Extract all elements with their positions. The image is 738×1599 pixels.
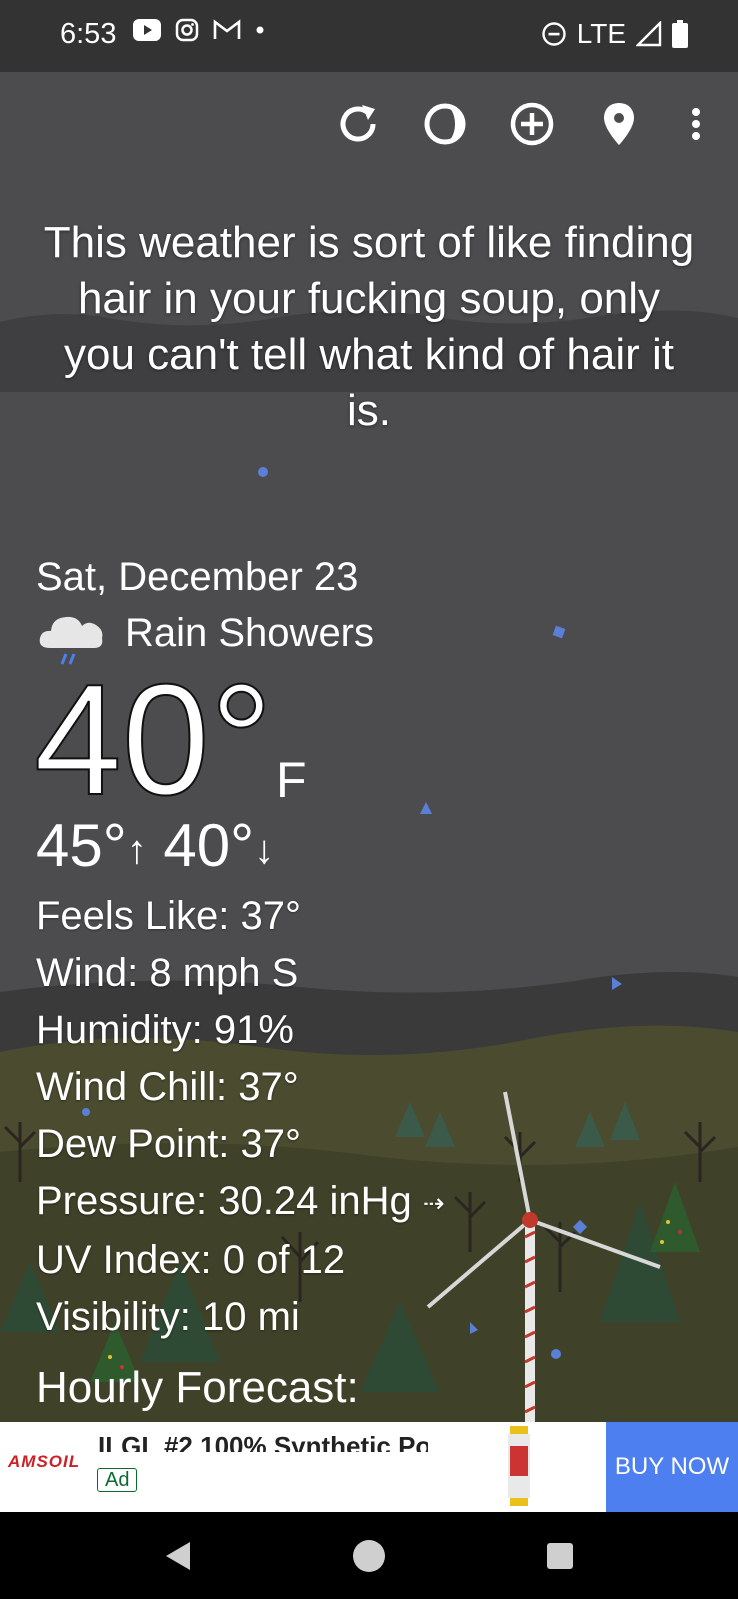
detail-dew-point: Dew Point: 37°: [36, 1122, 302, 1166]
high-low-temperature: 45°↑ 40°↓: [36, 812, 274, 884]
youtube-icon: [133, 19, 161, 41]
steady-arrow-icon: ⇢: [422, 1187, 445, 1218]
ad-badge: Ad: [97, 1468, 138, 1492]
recents-button[interactable]: [520, 1512, 600, 1599]
weather-quote: This weather is sort of like finding hai…: [43, 218, 695, 435]
detail-feels-like: Feels Like: 37°: [36, 894, 302, 938]
up-arrow-icon: ↑: [126, 828, 147, 873]
do-not-disturb-icon: [542, 22, 566, 46]
temperature-unit: F: [276, 752, 307, 808]
low-temperature: 40°: [163, 812, 255, 879]
high-temperature: 45°: [36, 812, 127, 879]
refresh-button[interactable]: [330, 96, 386, 152]
system-icons: LTE: [541, 18, 688, 50]
home-icon: [353, 1539, 385, 1572]
instagram-icon: [175, 18, 199, 42]
detail-wind-chill: Wind Chill: 37°: [36, 1065, 299, 1109]
weather-condition: Rain Showers: [125, 611, 375, 655]
detail-visibility: Visibility: 10 mi: [36, 1294, 300, 1339]
theme-button[interactable]: [417, 96, 473, 152]
home-button[interactable]: [329, 1512, 409, 1599]
battery-icon: [672, 20, 688, 48]
ad-title[interactable]: ILGL #2 100% Synthetic Po: [98, 1424, 428, 1452]
detail-uv-index: UV Index: 0 of 12: [36, 1237, 346, 1282]
more-options-button[interactable]: [676, 96, 716, 152]
weather-details: Feels Like: 37° Wind: 8 mph S Humidity: …: [36, 888, 445, 1346]
down-arrow-icon: ↓: [254, 828, 275, 873]
notification-icons: [133, 18, 265, 42]
location-button[interactable]: [591, 96, 647, 152]
app-toolbar: [318, 96, 738, 152]
status-bar: 6:53 LTE: [0, 0, 738, 72]
dot-icon: [256, 26, 264, 34]
product-image: [508, 1426, 530, 1506]
detail-pressure: Pressure: 30.24 inHg ⇢: [36, 1179, 445, 1223]
gmail-icon: [213, 19, 241, 39]
network-type: LTE: [576, 18, 626, 49]
ad-choices-icon[interactable]: [714, 1426, 734, 1446]
back-icon: [166, 1541, 190, 1570]
recents-icon: [547, 1542, 573, 1569]
current-temperature: 40°: [33, 652, 274, 828]
detail-humidity: Humidity: 91%: [36, 1008, 294, 1052]
status-time: 6:53: [60, 18, 117, 50]
ad-banner[interactable]: AMSOIL ILGL #2 100% Synthetic Po Ad BUY …: [0, 1422, 738, 1512]
theme-icon: [424, 103, 466, 145]
more-icon: [692, 108, 700, 140]
refresh-icon: [340, 105, 376, 142]
detail-wind: Wind: 8 mph S: [36, 951, 299, 995]
signal-icon: [636, 21, 662, 47]
hourly-forecast-heading: Hourly Forecast:: [36, 1363, 359, 1412]
add-location-button[interactable]: [504, 96, 560, 152]
forecast-date: Sat, December 23: [36, 555, 359, 599]
location-pin-icon: [604, 103, 634, 145]
add-location-icon: [510, 102, 554, 146]
navigation-bar: [0, 1512, 738, 1599]
back-button[interactable]: [138, 1512, 218, 1599]
advertiser-logo: AMSOIL: [8, 1452, 81, 1471]
